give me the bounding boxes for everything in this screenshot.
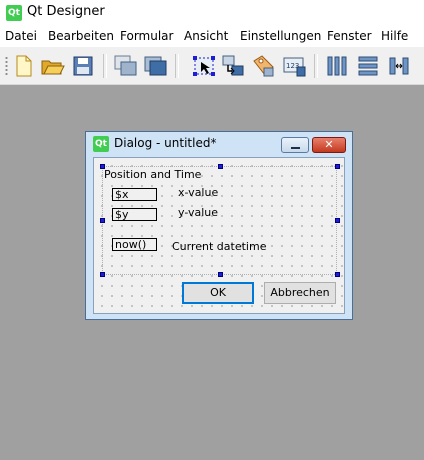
layout-horizontal-icon[interactable] — [324, 53, 350, 79]
menu-einstellungen[interactable]: Einstellungen — [240, 29, 321, 43]
datetime-field[interactable]: now() — [112, 238, 157, 251]
edit-buddies-icon[interactable] — [250, 53, 276, 79]
form-canvas[interactable]: Position and Time $x x-value $y y-value … — [93, 157, 345, 314]
selection-handle[interactable] — [335, 164, 340, 169]
main-toolbar: 123 — [0, 48, 424, 85]
datetime-label: Current datetime — [172, 240, 267, 253]
layout-vertical-icon[interactable] — [355, 53, 381, 79]
new-file-icon[interactable] — [10, 53, 36, 79]
edit-signals-slots-icon[interactable] — [220, 53, 246, 79]
edit-widgets-icon[interactable] — [191, 53, 217, 79]
cancel-button[interactable]: Abbrechen — [264, 282, 336, 304]
edit-tab-order-icon[interactable]: 123 — [281, 53, 307, 79]
dialog-title: Dialog - untitled* — [114, 136, 217, 150]
minimize-button[interactable] — [281, 137, 309, 153]
x-value-label: x-value — [178, 186, 219, 199]
cascade-windows-icon[interactable] — [112, 53, 138, 79]
toolbar-separator — [175, 54, 179, 78]
open-folder-icon[interactable] — [39, 53, 65, 79]
qt-logo-icon: Qt — [6, 5, 22, 21]
qt-logo-icon: Qt — [93, 136, 109, 152]
tile-windows-icon[interactable] — [142, 53, 168, 79]
toolbar-grip[interactable] — [5, 56, 8, 76]
layout-horizontal-splitter-icon[interactable] — [386, 53, 412, 79]
menu-hilfe[interactable]: Hilfe — [381, 29, 408, 43]
toolbar-separator — [103, 54, 107, 78]
dialog-window[interactable]: Qt Dialog - untitled* ✕ Position and Tim… — [85, 131, 353, 320]
y-value-field[interactable]: $y — [112, 208, 157, 221]
menu-fenster[interactable]: Fenster — [327, 29, 372, 43]
y-value-label: y-value — [178, 206, 219, 219]
save-icon[interactable] — [70, 53, 96, 79]
menu-datei[interactable]: Datei — [5, 29, 37, 43]
app-titlebar: Qt Qt Designer — [0, 0, 424, 26]
menu-bar: Datei Bearbeiten Formular Ansicht Einste… — [0, 26, 424, 48]
x-value-field[interactable]: $x — [112, 188, 157, 201]
selection-handle[interactable] — [218, 272, 223, 277]
selection-handle[interactable] — [335, 272, 340, 277]
selection-handle[interactable] — [100, 272, 105, 277]
app-title: Qt Designer — [27, 4, 105, 19]
selection-handle[interactable] — [100, 218, 105, 223]
menu-bearbeiten[interactable]: Bearbeiten — [48, 29, 114, 43]
selection-handle[interactable] — [100, 164, 105, 169]
selection-handle[interactable] — [218, 164, 223, 169]
menu-formular[interactable]: Formular — [120, 29, 173, 43]
ok-button[interactable]: OK — [182, 282, 254, 304]
group-box-title: Position and Time — [104, 168, 202, 181]
menu-ansicht[interactable]: Ansicht — [184, 29, 228, 43]
selection-handle[interactable] — [335, 218, 340, 223]
close-button[interactable]: ✕ — [312, 137, 346, 153]
dialog-titlebar[interactable]: Qt Dialog - untitled* ✕ — [86, 132, 352, 156]
toolbar-separator — [314, 54, 318, 78]
